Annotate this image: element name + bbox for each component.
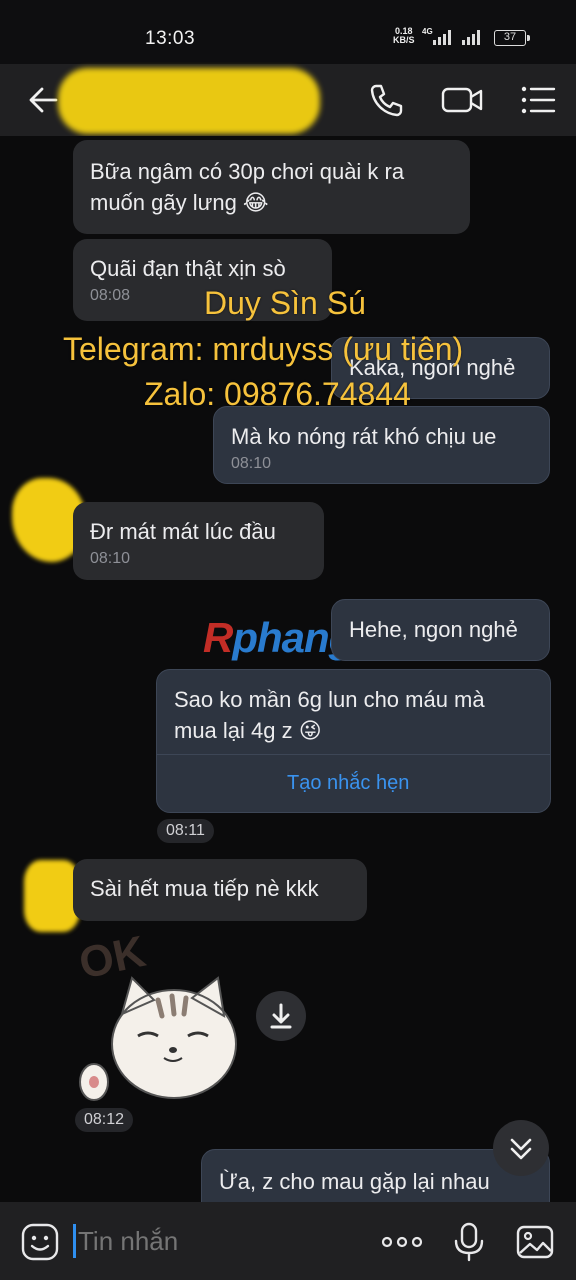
message-text: Mà ko nóng rát khó chịu ue [231,424,497,449]
network-type: 4G [422,27,433,36]
signal-icon [433,30,455,45]
more-dots-icon [381,1236,423,1248]
sticker-ok-text: OK [75,932,150,989]
smiley-sticker-icon [21,1223,59,1261]
cat-sticker-image: OK [75,927,237,1101]
create-reminder-link[interactable]: Tạo nhắc hẹn [287,772,409,795]
message-bubble-incoming[interactable]: Bữa ngâm có 30p chơi quài k ra muốn gãy … [73,140,470,234]
back-button[interactable] [26,82,62,118]
signal-icon-2 [462,30,484,45]
emoji-button[interactable] [20,1222,60,1262]
message-text: Sài hết mua tiếp nè kkk [90,876,319,901]
download-icon [270,1003,292,1029]
contact-name-redacted[interactable] [58,68,320,134]
watermark-line-1: Duy Sìn Sú [204,285,366,321]
list-menu-icon [521,86,556,114]
message-text: Bữa ngâm có 30p chơi quài k ra [90,159,405,184]
menu-button[interactable] [518,80,558,120]
message-text: mua lại 4g z 😜 [174,718,322,743]
download-button[interactable] [256,991,306,1041]
double-chevron-down-icon [510,1138,532,1160]
image-button[interactable] [515,1222,555,1262]
message-bubble-outgoing[interactable]: Hehe, ngon nghẻ [331,599,550,661]
message-text: Hehe, ngon nghẻ [349,617,518,642]
text-cursor [73,1224,76,1258]
battery-icon: 37 [494,30,530,46]
message-time: 08:10 [231,455,272,472]
message-time: 08:10 [90,550,131,567]
speed-unit: KB/S [393,35,415,45]
time-stamp: 08:11 [157,819,214,843]
video-camera-icon [441,87,483,113]
call-button[interactable] [366,80,406,120]
status-bar: 13:03 0.18 KB/S 4G 37 [0,0,576,64]
message-bubble-outgoing[interactable]: Mà ko nóng rát khó chịu ue 08:10 [213,406,550,484]
ok-cat-sticker[interactable]: OK [74,927,244,1104]
video-call-button[interactable] [440,80,484,120]
message-input[interactable] [78,1226,358,1257]
phone-icon [370,84,403,117]
scroll-to-bottom-button[interactable] [493,1120,549,1176]
image-icon [516,1225,554,1259]
message-text: muốn gãy lưng 😂 [90,190,269,215]
message-text: Quãi đạn thật xịn sò [90,256,286,281]
message-text: Ừa, z cho mau gặp lại nhau [219,1169,490,1194]
message-bubble-incoming[interactable]: Đr mát mát lúc đầu 08:10 [73,502,324,580]
microphone-icon [454,1222,484,1262]
arrow-left-icon [29,87,58,113]
message-list[interactable]: Bữa ngâm có 30p chơi quài k ra muốn gãy … [0,136,576,1202]
message-text: Đr mát mát lúc đầu [90,519,276,544]
watermark-line-3: Zalo: 09876.74844 [144,376,411,412]
contact-avatar[interactable] [24,860,80,932]
watermark-line-2: Telegram: mrduyss (ưu tiên) [63,331,464,367]
message-bubble-incoming[interactable]: Sài hết mua tiếp nè kkk [73,859,367,921]
time-stamp: 08:12 [75,1108,134,1132]
bubble-divider [156,754,551,755]
message-text: Sao ko mần 6g lun cho máu mà [174,687,485,712]
voice-button[interactable] [449,1222,489,1262]
chat-header [0,64,576,136]
network-speed: 0.18 KB/S [393,27,415,45]
message-composer [0,1202,576,1280]
more-button[interactable] [380,1222,424,1262]
status-time: 13:03 [145,28,196,49]
